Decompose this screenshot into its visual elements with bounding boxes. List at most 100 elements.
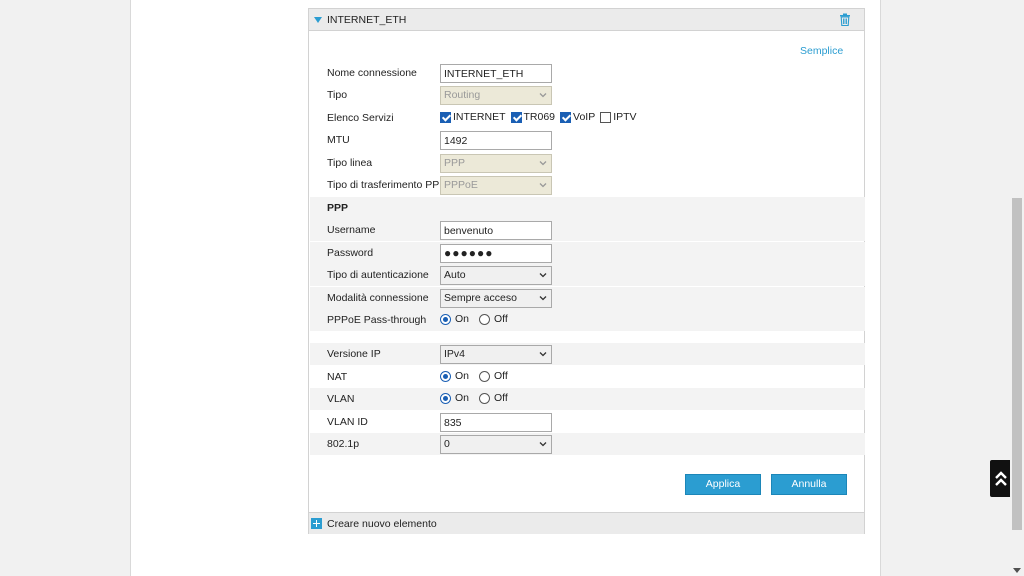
elenco-servizi-label: Elenco Servizi xyxy=(327,112,394,124)
vlan-label: VLAN xyxy=(327,393,355,405)
scroll-down-icon[interactable] xyxy=(1013,568,1021,573)
pppoe-passthrough-off-radio[interactable] xyxy=(479,313,491,325)
tipo-trasferimento-label: Tipo di trasferimento PPP xyxy=(327,179,447,191)
pppoe-passthrough-label: PPPoE Pass-through xyxy=(327,314,427,326)
tipo-label: Tipo xyxy=(327,89,348,101)
row-modalita-connessione: Modalità connessione Sempre acceso xyxy=(310,287,865,309)
row-dot1p: 802.1p 0 xyxy=(310,433,865,455)
nat-off-radio[interactable] xyxy=(479,370,491,382)
tipo-autenticazione-label: Tipo di autenticazione xyxy=(327,269,429,281)
vlan-on-label: On xyxy=(455,392,470,404)
nat-off-label: Off xyxy=(494,370,508,382)
row-pppoe-passthrough: PPPoE Pass-through On Off xyxy=(310,309,865,331)
double-chevron-up-icon xyxy=(995,470,1007,486)
vlan-off-label: Off xyxy=(494,392,508,404)
chevron-down-icon xyxy=(539,161,547,166)
versione-ip-label: Versione IP xyxy=(327,348,381,360)
collapse-triangle-icon[interactable] xyxy=(314,17,322,23)
tipo-select-value: Routing xyxy=(444,89,481,101)
page-scrollbar[interactable] xyxy=(1010,0,1024,576)
username-input[interactable] xyxy=(440,221,552,240)
add-element-label[interactable]: Creare nuovo elemento xyxy=(327,518,437,530)
chevron-down-icon xyxy=(539,296,547,301)
chevron-down-icon xyxy=(539,273,547,278)
pppoe-passthrough-off-label: Off xyxy=(494,313,508,325)
ppp-section-title: PPP xyxy=(327,202,349,214)
services-checkboxes: INTERNET TR069 VoIP IPTV xyxy=(440,111,642,123)
row-versione-ip: Versione IP IPv4 xyxy=(310,343,865,365)
voip-checkbox-label: VoIP xyxy=(573,111,596,123)
username-label: Username xyxy=(327,224,376,236)
vlan-off-radio[interactable] xyxy=(479,392,491,404)
add-element-bar[interactable]: Creare nuovo elemento xyxy=(309,512,864,534)
pppoe-passthrough-radios: On Off xyxy=(440,313,518,325)
row-tipo-linea: Tipo linea PPP xyxy=(310,152,865,174)
dot1p-label: 802.1p xyxy=(327,438,360,450)
row-tipo-autenticazione: Tipo di autenticazione Auto xyxy=(310,264,865,286)
plus-icon[interactable] xyxy=(311,518,322,529)
tipo-linea-select: PPP xyxy=(440,154,552,173)
chevron-down-icon xyxy=(539,442,547,447)
vlan-on-radio[interactable] xyxy=(440,392,451,404)
back-to-top-button[interactable] xyxy=(990,460,1012,497)
mtu-input[interactable] xyxy=(440,131,552,150)
row-elenco-servizi: Elenco Servizi INTERNET TR069 VoIP IPTV xyxy=(310,107,865,129)
mtu-label: MTU xyxy=(327,134,350,146)
dot1p-select-value: 0 xyxy=(444,438,450,450)
tr069-checkbox[interactable] xyxy=(510,111,522,123)
nat-radios: On Off xyxy=(440,370,518,382)
scrollbar-thumb[interactable] xyxy=(1012,198,1022,530)
row-vlan-id: VLAN ID xyxy=(310,411,865,433)
iptv-checkbox-label: IPTV xyxy=(613,111,637,123)
chevron-down-icon xyxy=(539,93,547,98)
chevron-down-icon xyxy=(539,352,547,357)
tipo-linea-select-value: PPP xyxy=(444,157,466,169)
modalita-connessione-select-value: Sempre acceso xyxy=(444,292,517,304)
row-username: Username xyxy=(310,219,865,241)
cancel-button[interactable]: Annulla xyxy=(771,474,847,495)
connection-section: INTERNET_ETH Semplice Nome connessione T… xyxy=(308,8,865,534)
iptv-checkbox[interactable] xyxy=(600,111,612,123)
chevron-down-icon xyxy=(539,183,547,188)
vlan-id-input[interactable] xyxy=(440,413,552,432)
tipo-linea-label: Tipo linea xyxy=(327,157,373,169)
nome-connessione-input[interactable] xyxy=(440,64,552,83)
versione-ip-select-value: IPv4 xyxy=(444,348,466,360)
tipo-trasferimento-select-value: PPPoE xyxy=(444,179,478,191)
pppoe-passthrough-on-radio[interactable] xyxy=(440,313,451,325)
tipo-select: Routing xyxy=(440,86,552,105)
apply-button[interactable]: Applica xyxy=(685,474,761,495)
nat-on-label: On xyxy=(455,370,470,382)
vlan-radios: On Off xyxy=(440,392,518,404)
row-ppp-heading: PPP xyxy=(310,197,865,219)
modalita-connessione-select[interactable]: Sempre acceso xyxy=(440,289,552,308)
tipo-autenticazione-select[interactable]: Auto xyxy=(440,266,552,285)
tr069-checkbox-label: TR069 xyxy=(523,111,556,123)
nat-label: NAT xyxy=(327,371,348,383)
section-header[interactable]: INTERNET_ETH xyxy=(309,9,864,31)
vlan-id-label: VLAN ID xyxy=(327,416,368,428)
password-label: Password xyxy=(327,247,374,259)
dot1p-select[interactable]: 0 xyxy=(440,435,552,454)
simple-mode-link[interactable]: Semplice xyxy=(800,45,843,57)
row-tipo: Tipo Routing xyxy=(310,84,865,106)
password-input[interactable]: ●●●●●● xyxy=(440,244,552,263)
internet-checkbox[interactable] xyxy=(440,111,451,123)
modalita-connessione-label: Modalità connessione xyxy=(327,292,429,304)
tipo-trasferimento-select: PPPoE xyxy=(440,176,552,195)
internet-checkbox-label: INTERNET xyxy=(453,111,506,123)
row-vlan: VLAN On Off xyxy=(310,388,865,410)
pppoe-passthrough-on-label: On xyxy=(455,313,470,325)
tipo-autenticazione-select-value: Auto xyxy=(444,269,466,281)
trash-icon[interactable] xyxy=(839,13,851,26)
nat-on-radio[interactable] xyxy=(440,370,451,382)
row-password: Password ●●●●●● xyxy=(310,242,865,264)
row-nat: NAT On Off xyxy=(310,366,865,388)
row-mtu: MTU xyxy=(310,129,865,151)
section-title: INTERNET_ETH xyxy=(327,14,407,26)
row-nome-connessione: Nome connessione xyxy=(310,62,865,84)
nome-connessione-label: Nome connessione xyxy=(327,67,417,79)
row-tipo-trasferimento: Tipo di trasferimento PPP PPPoE xyxy=(310,174,865,196)
voip-checkbox[interactable] xyxy=(560,111,572,123)
versione-ip-select[interactable]: IPv4 xyxy=(440,345,552,364)
